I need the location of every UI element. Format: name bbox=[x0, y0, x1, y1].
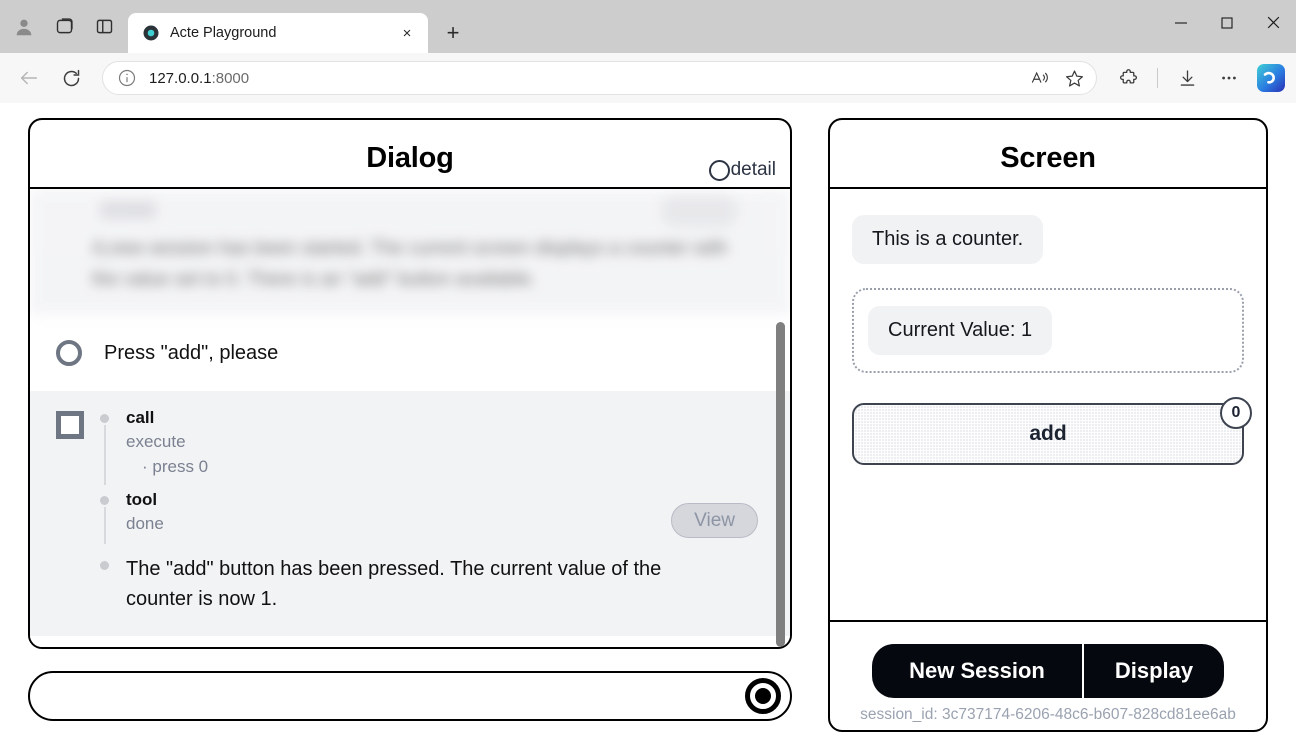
dialog-panel: Dialog detail A new session has been sta… bbox=[28, 118, 792, 649]
record-dot-icon bbox=[755, 688, 771, 704]
counter-container: Current Value: 1 bbox=[852, 288, 1244, 373]
split-screen-icon[interactable] bbox=[84, 7, 124, 47]
profile-icon[interactable] bbox=[4, 7, 44, 47]
url-port: :8000 bbox=[211, 69, 250, 87]
dialog-scrollbar[interactable] bbox=[776, 322, 785, 647]
screen-caption: This is a counter. bbox=[852, 215, 1044, 264]
screen-column: Screen This is a counter. Current Value:… bbox=[828, 118, 1268, 732]
user-ring-icon bbox=[56, 340, 82, 366]
address-bar-actions bbox=[1024, 63, 1090, 93]
counter-value-label: Current Value: 1 bbox=[868, 306, 1053, 355]
screen-panel: Screen This is a counter. Current Value:… bbox=[828, 118, 1268, 732]
message-input[interactable] bbox=[50, 685, 745, 707]
user-message-text: Press "add", please bbox=[104, 341, 279, 364]
maximize-icon[interactable] bbox=[1204, 0, 1250, 45]
message-assistant: call execute · press 0 tool done View Th… bbox=[30, 391, 790, 636]
tab-strip: Acte Playground × + bbox=[0, 0, 1296, 53]
trace-step-line: execute bbox=[126, 432, 186, 451]
screen-footer: New Session Display session_id: 3c737174… bbox=[830, 620, 1266, 730]
close-window-icon[interactable] bbox=[1250, 0, 1296, 45]
add-button[interactable]: add bbox=[852, 403, 1244, 465]
dialog-column: Dialog detail A new session has been sta… bbox=[28, 118, 792, 732]
workspaces-icon[interactable] bbox=[44, 7, 84, 47]
radio-circle-icon[interactable] bbox=[708, 159, 730, 181]
browser-window: Acte Playground × + 127.0.0.1:8000 Dialo… bbox=[0, 0, 1296, 748]
dialog-scroll-area: A new session has been started. The curr… bbox=[30, 189, 790, 647]
message-blurred-preview: A new session has been started. The curr… bbox=[30, 189, 790, 315]
blurred-text: A new session has been started. The curr… bbox=[92, 238, 728, 290]
reload-icon[interactable] bbox=[52, 59, 90, 97]
close-icon[interactable]: × bbox=[394, 20, 420, 46]
tab-strip-left-icons bbox=[0, 0, 128, 53]
browser-tab-acte-playground[interactable]: Acte Playground × bbox=[128, 13, 428, 53]
address-bar[interactable]: 127.0.0.1:8000 bbox=[102, 61, 1097, 95]
settings-more-icon[interactable] bbox=[1210, 59, 1248, 97]
page-title: Dialog bbox=[366, 142, 454, 174]
scrollbar-thumb[interactable] bbox=[776, 322, 785, 647]
browser-toolbar: 127.0.0.1:8000 bbox=[0, 53, 1296, 103]
detail-toggle[interactable]: detail bbox=[708, 159, 776, 181]
display-button[interactable]: Display bbox=[1084, 644, 1224, 698]
record-button[interactable] bbox=[745, 678, 781, 714]
blurred-bullet-icon bbox=[102, 251, 109, 258]
detail-toggle-label: detail bbox=[730, 159, 776, 180]
message-composer[interactable] bbox=[28, 671, 792, 721]
trace-step-arg: · press 0 bbox=[142, 457, 209, 476]
screen-header: Screen bbox=[830, 120, 1266, 189]
footer-button-group: New Session Display bbox=[872, 644, 1224, 698]
assistant-reply-item: The "add" button has been pressed. The c… bbox=[100, 554, 772, 614]
timeline-connector bbox=[104, 507, 106, 544]
tool-trace-timeline: call execute · press 0 tool done View Th… bbox=[100, 407, 772, 614]
site-info-icon[interactable] bbox=[117, 68, 137, 88]
copilot-icon[interactable] bbox=[1256, 63, 1286, 93]
trace-step-row: done View bbox=[126, 503, 772, 538]
window-controls bbox=[1158, 0, 1296, 45]
view-button[interactable]: View bbox=[671, 503, 758, 538]
new-tab-button[interactable]: + bbox=[436, 16, 470, 50]
url-text[interactable]: 127.0.0.1:8000 bbox=[149, 70, 1024, 87]
timeline-connector bbox=[104, 425, 106, 485]
trace-step-label: call bbox=[126, 408, 155, 427]
acte-logo-icon bbox=[142, 24, 160, 42]
url-host: 127.0.0.1 bbox=[149, 69, 212, 87]
back-icon[interactable] bbox=[10, 59, 48, 97]
new-session-button[interactable]: New Session bbox=[872, 644, 1084, 698]
blurred-action-button bbox=[660, 195, 738, 227]
screen-body: This is a counter. Current Value: 1 add … bbox=[830, 189, 1266, 620]
trace-step-tool: tool done View bbox=[100, 489, 772, 544]
bullet-dot-icon bbox=[100, 561, 109, 570]
bullet-dot-icon bbox=[100, 496, 109, 505]
trace-step-call: call execute · press 0 bbox=[100, 407, 772, 485]
extensions-icon[interactable] bbox=[1109, 59, 1147, 97]
minimize-icon[interactable] bbox=[1158, 0, 1204, 45]
message-user: Press "add", please bbox=[30, 315, 790, 391]
tab-title: Acte Playground bbox=[170, 25, 277, 41]
read-aloud-icon[interactable] bbox=[1024, 63, 1056, 93]
screen-title: Screen bbox=[1000, 142, 1096, 174]
dialog-header: Dialog detail bbox=[30, 120, 790, 189]
bullet-dot-icon bbox=[100, 414, 109, 423]
add-button-wrapper: add 0 bbox=[852, 397, 1252, 465]
trace-step-line: done bbox=[126, 514, 164, 533]
toolbar-divider bbox=[1157, 68, 1158, 88]
agent-square-icon bbox=[56, 411, 84, 439]
favorite-icon[interactable] bbox=[1058, 63, 1090, 93]
dialog-message-list[interactable]: A new session has been started. The curr… bbox=[30, 189, 790, 647]
session-id-label: session_id: 3c737174-6206-48c6-b607-828c… bbox=[860, 706, 1236, 723]
blurred-tag bbox=[100, 201, 156, 219]
add-button-badge: 0 bbox=[1220, 397, 1252, 429]
page-content: Dialog detail A new session has been sta… bbox=[0, 103, 1296, 748]
assistant-reply-text: The "add" button has been pressed. The c… bbox=[126, 558, 662, 610]
downloads-icon[interactable] bbox=[1168, 59, 1206, 97]
